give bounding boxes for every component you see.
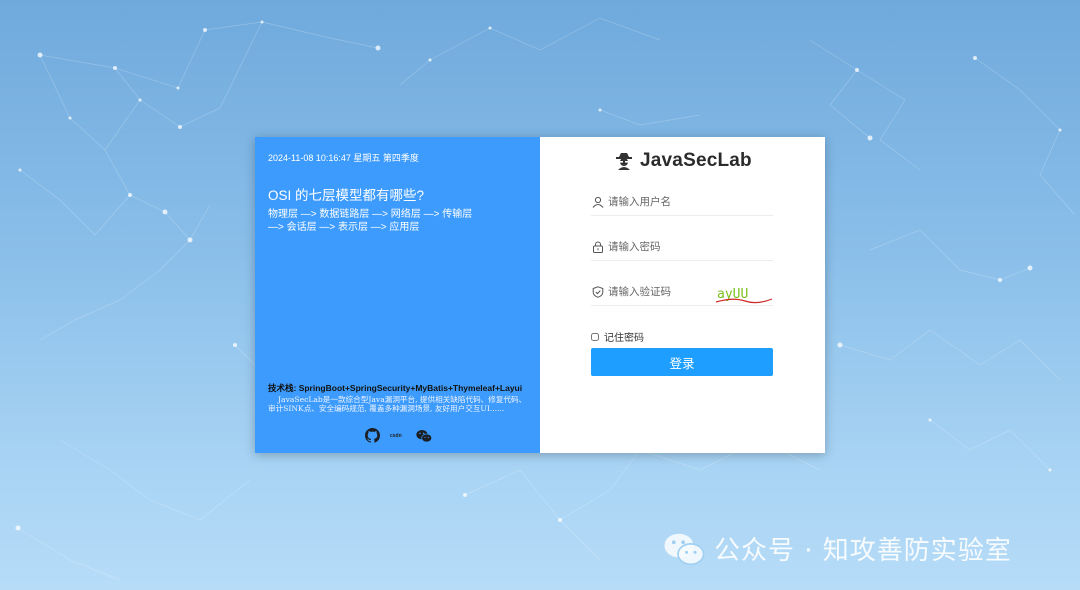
tech-stack: 技术栈: SpringBoot+SpringSecurity+MyBatis+T… <box>268 383 523 393</box>
github-icon[interactable] <box>365 428 380 443</box>
hacker-logo-icon <box>616 153 632 170</box>
wechat-watermark-icon <box>664 533 705 565</box>
logo: JavaSecLab <box>614 150 752 172</box>
info-panel: 2024-11-08 10:16:47 星期五 第四季度 OSI 的七层模型都有… <box>255 137 540 453</box>
remember-option[interactable]: 记住密码 <box>591 329 644 344</box>
remember-label: 记住密码 <box>604 333 644 344</box>
shield-icon <box>591 285 605 299</box>
datetime-text: 2024-11-08 10:16:47 星期五 第四季度 <box>268 153 419 163</box>
watermark-text: 公众号 · 知攻善防实验室 <box>714 536 1012 566</box>
wechat-icon[interactable] <box>416 429 432 443</box>
logo-text: JavaSecLab <box>640 150 752 171</box>
remember-checkbox[interactable] <box>591 332 599 341</box>
captcha-image[interactable]: ayUU <box>715 285 773 305</box>
captcha-field: ayUU <box>591 279 773 306</box>
project-description: JavaSecLab是一款综合型Java漏洞平台, 提供相关缺陷代码、修复代码、… <box>268 395 527 414</box>
social-links: csdn <box>365 428 432 443</box>
username-input[interactable] <box>608 196 718 208</box>
daily-question: OSI 的七层模型都有哪些? <box>268 188 425 203</box>
username-field <box>591 189 773 216</box>
login-button[interactable]: 登录 <box>591 348 773 376</box>
password-field <box>591 234 773 261</box>
login-form: JavaSecLab ayUU 记住密码 <box>540 137 825 453</box>
login-card: 2024-11-08 10:16:47 星期五 第四季度 OSI 的七层模型都有… <box>255 137 825 453</box>
lock-icon <box>591 240 605 254</box>
answer-line-1: 物理层 —> 数据链路层 —> 网络层 —> 传输层 <box>268 209 473 220</box>
password-input[interactable] <box>608 241 718 253</box>
captcha-input[interactable] <box>608 286 718 298</box>
csdn-icon[interactable]: csdn <box>390 433 406 439</box>
user-icon <box>591 195 605 209</box>
answer-line-2: —> 会话层 —> 表示层 —> 应用层 <box>268 221 420 233</box>
daily-answer: 物理层 —> 数据链路层 —> 网络层 —> 传输层 —> 会话层 —> 表示层… <box>268 209 508 234</box>
watermark: 公众号 · 知攻善防实验室 <box>662 530 1012 567</box>
